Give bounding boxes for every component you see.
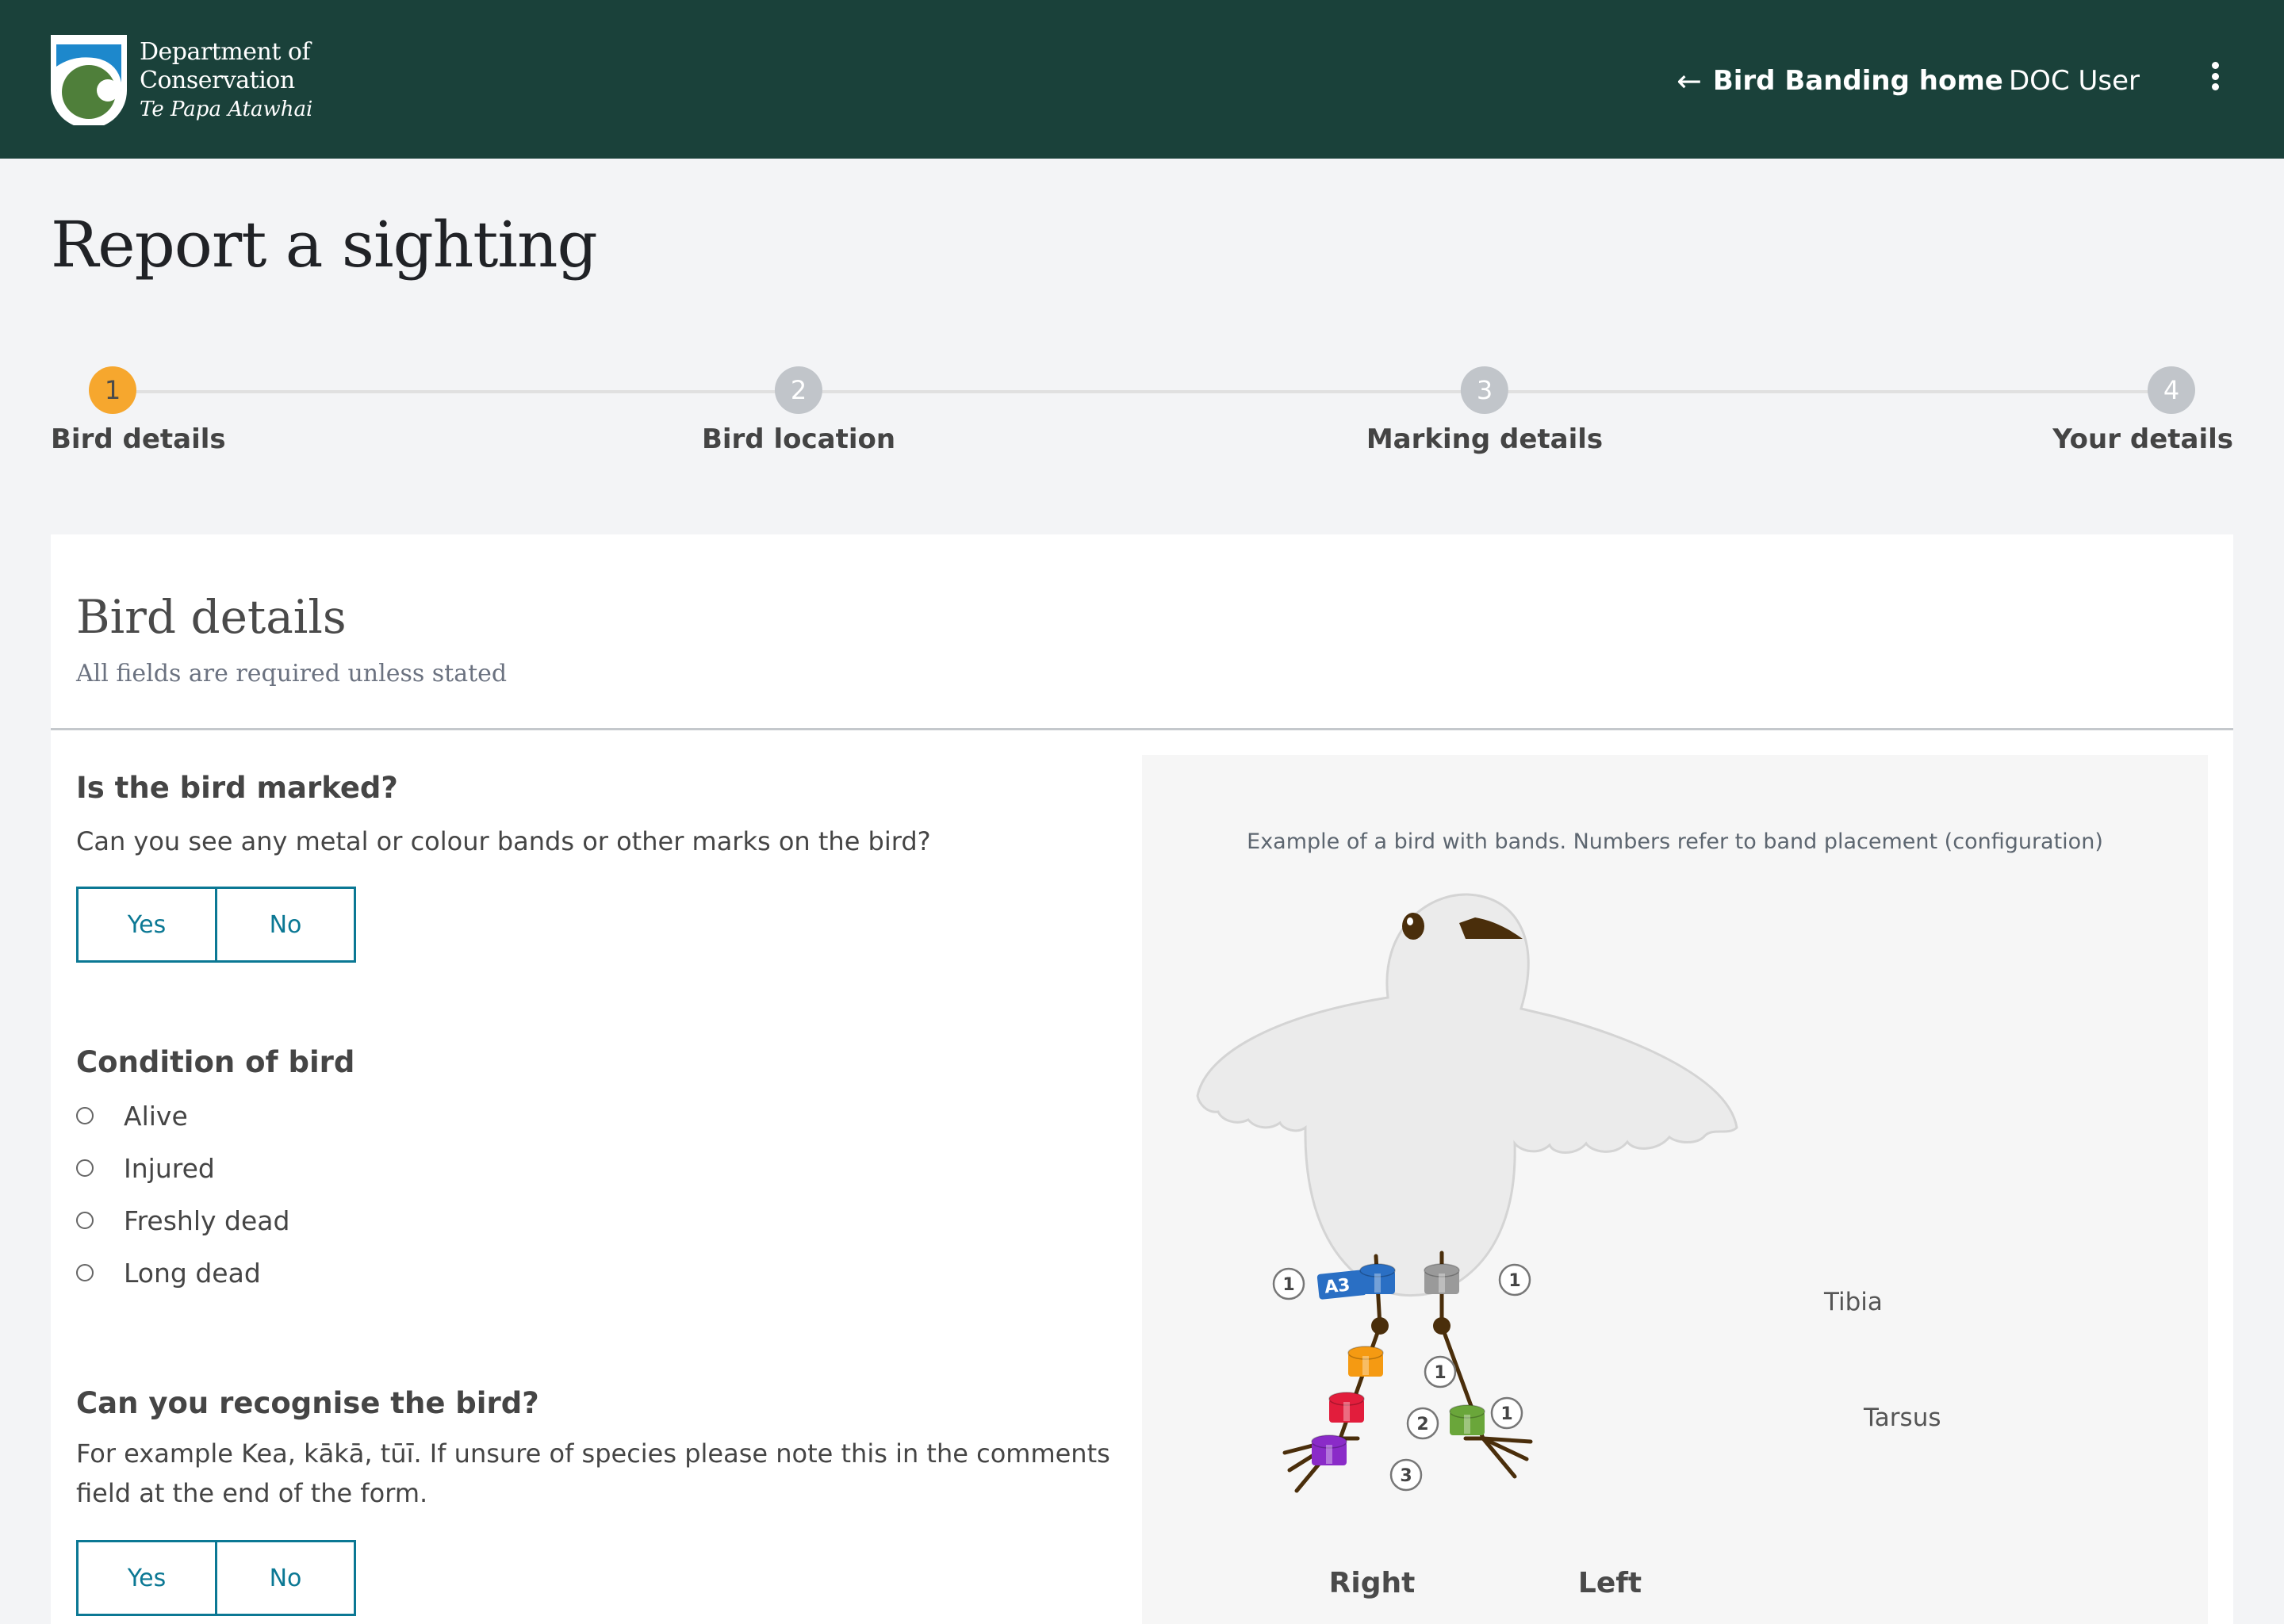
marked-yes-button[interactable]: Yes — [76, 887, 217, 963]
band-position-badge: 1 — [1272, 1267, 1305, 1300]
stepper-track — [113, 390, 2171, 393]
user-menu[interactable]: DOC User — [2009, 60, 2140, 102]
recognise-toggle-group: Yes No — [76, 1540, 356, 1616]
bird-banding-home-link[interactable]: ← Bird Banding home — [1677, 60, 2003, 102]
question-marked-description: Can you see any metal or colour bands or… — [76, 826, 931, 856]
condition-radio-group: Alive Injured Freshly dead Long dead — [76, 1090, 289, 1299]
doc-shield-logo-icon[interactable] — [51, 35, 127, 125]
step-number: 3 — [1461, 366, 1508, 414]
step-bird-location[interactable]: 2 Bird location — [702, 366, 895, 455]
recognise-no-button[interactable]: No — [215, 1540, 356, 1616]
band-position-badge: 3 — [1389, 1458, 1423, 1492]
tarsus-label: Tarsus — [1863, 1404, 1941, 1432]
logo-line-1: Department of — [140, 38, 311, 66]
step-label: Bird details — [51, 423, 226, 455]
condition-option-alive[interactable]: Alive — [76, 1090, 289, 1142]
kebab-dot — [2211, 62, 2219, 69]
svg-text:1: 1 — [1282, 1275, 1294, 1295]
bird-diagram: A3 1 1 1 2 3 1 Tibia Tarsus Right Left — [1196, 893, 1941, 1599]
right-tarsus-band — [1328, 1392, 1365, 1423]
step-marking-details[interactable]: 3 Marking details — [1366, 366, 1603, 455]
svg-text:3: 3 — [1400, 1466, 1412, 1486]
recognise-yes-button[interactable]: Yes — [76, 1540, 217, 1616]
left-tarsus-band — [1449, 1404, 1485, 1435]
right-tibia-band — [1359, 1263, 1396, 1294]
logo-line-2: Conservation — [140, 67, 295, 94]
right-tibia-flag-band: A3 — [1316, 1270, 1367, 1300]
condition-option-long-dead[interactable]: Long dead — [76, 1247, 289, 1299]
band-configuration-illustration: Example of a bird with bands. Numbers re… — [1142, 755, 2208, 1624]
band-position-badge: 1 — [1490, 1396, 1523, 1430]
step-label: Bird location — [701, 423, 896, 455]
question-marked-title: Is the bird marked? — [76, 771, 398, 805]
logo-line-3: Te Papa Atawhai — [140, 98, 313, 121]
radio-button[interactable] — [76, 1264, 94, 1281]
right-leg-label: Right — [1329, 1567, 1416, 1599]
right-tarsus-band — [1347, 1346, 1384, 1377]
top-header: Department of Conservation Te Papa Atawh… — [0, 0, 2284, 159]
radio-button[interactable] — [76, 1212, 94, 1229]
step-bird-details[interactable]: 1 Bird details — [51, 366, 226, 455]
svg-text:A3: A3 — [1324, 1275, 1351, 1297]
kebab-dot — [2211, 83, 2219, 90]
tibia-label: Tibia — [1823, 1288, 1883, 1316]
radio-label: Alive — [124, 1100, 188, 1132]
band-position-badge: 2 — [1406, 1407, 1439, 1440]
question-condition-title: Condition of bird — [76, 1045, 355, 1079]
step-number: 2 — [775, 366, 822, 414]
section-divider — [51, 728, 2233, 730]
condition-option-freshly-dead[interactable]: Freshly dead — [76, 1194, 289, 1247]
logo-wordmark: Department of Conservation Te Papa Atawh… — [140, 38, 312, 124]
marked-toggle-group: Yes No — [76, 887, 356, 963]
more-vertical-icon[interactable] — [2203, 59, 2227, 94]
arrow-left-icon: ← — [1677, 63, 1702, 98]
bird-body-icon — [1196, 893, 1738, 1297]
radio-label: Injured — [124, 1152, 215, 1184]
question-recognise-title: Can you recognise the bird? — [76, 1386, 539, 1420]
bird-details-card: Bird details All fields are required unl… — [51, 534, 2233, 1624]
step-number: 1 — [89, 366, 136, 414]
svg-text:2: 2 — [1416, 1415, 1428, 1434]
right-knee-joint — [1371, 1317, 1389, 1335]
left-leg-label: Left — [1578, 1567, 1642, 1599]
radio-label: Long dead — [124, 1257, 261, 1289]
section-subtitle: All fields are required unless stated — [76, 660, 508, 688]
step-label: Marking details — [1366, 423, 1604, 455]
progress-stepper: 1 Bird details 2 Bird location 3 Marking… — [51, 366, 2233, 462]
kebab-dot — [2211, 72, 2219, 80]
page-title: Report a sighting — [51, 208, 598, 282]
condition-option-injured[interactable]: Injured — [76, 1142, 289, 1194]
band-position-badge: 1 — [1498, 1263, 1531, 1297]
step-label: Your details — [2052, 423, 2233, 455]
left-tibia-band — [1424, 1263, 1460, 1294]
bands-layer: A3 1 1 1 2 3 1 — [1272, 1263, 1531, 1492]
right-tarsus-band — [1311, 1434, 1347, 1465]
left-knee-joint — [1433, 1317, 1450, 1335]
step-your-details[interactable]: 4 Your details — [2052, 366, 2233, 455]
bird-banding-home-label: Bird Banding home — [1712, 65, 2003, 97]
question-recognise-description: For example Kea, kākā, tūī. If unsure of… — [76, 1438, 1110, 1508]
radio-label: Freshly dead — [124, 1205, 290, 1236]
section-title: Bird details — [76, 590, 347, 644]
svg-text:1: 1 — [1434, 1363, 1446, 1383]
radio-button[interactable] — [76, 1107, 94, 1124]
band-position-badge: 1 — [1424, 1355, 1457, 1388]
svg-text:1: 1 — [1508, 1271, 1520, 1291]
marked-no-button[interactable]: No — [215, 887, 356, 963]
step-number: 4 — [2148, 366, 2195, 414]
radio-button[interactable] — [76, 1159, 94, 1177]
svg-text:1: 1 — [1500, 1404, 1512, 1424]
